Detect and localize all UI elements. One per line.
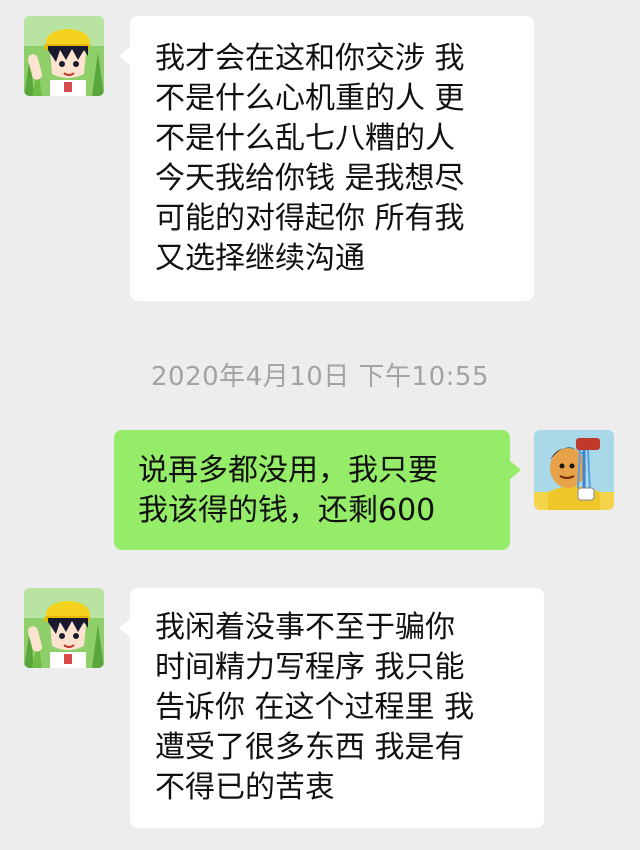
message-text-line: 可能的对得起你 所有我 [155,201,465,236]
self-avatar[interactable] [534,430,614,510]
contact-avatar[interactable] [24,16,104,96]
message-timestamp: 2020年4月10日 下午10:55 [151,362,489,392]
cartoon-boy-yellow-hat-icon [24,16,104,96]
message-text-line: 我闲着没事不至于骗你 [155,610,455,645]
message-text-line: 我才会在这和你交涉 我 [155,41,465,76]
cartoon-boy-yellow-hat-icon [24,588,104,668]
message-text-line: 不是什么心机重的人 更 [155,81,465,116]
incoming-message-bubble[interactable]: 我才会在这和你交涉 我 不是什么心机重的人 更 不是什么乱七八糟的人 今天我给你… [119,16,534,301]
message-text-line: 我该得的钱，还剩600 [138,493,436,528]
message-text-line: 说再多都没用，我只要 [138,453,438,488]
message-text-line: 不得已的苦衷 [155,770,335,805]
message-text-line: 今天我给你钱 是我想尽 [155,161,465,196]
message-text-line: 又选择继续沟通 [155,241,365,276]
outgoing-message-bubble[interactable]: 说再多都没用，我只要 我该得的钱，还剩600 [114,430,521,550]
incoming-message-bubble[interactable]: 我闲着没事不至于骗你 时间精力写程序 我只能 告诉你 在这个过程里 我 遭受了很… [119,588,544,828]
message-text-line: 时间精力写程序 我只能 [155,650,465,685]
message-text-line: 遭受了很多东西 我是有 [155,730,465,765]
contact-avatar[interactable] [24,588,104,668]
cartoon-man-water-icon [534,430,614,510]
message-text-line: 告诉你 在这个过程里 我 [155,690,475,725]
message-text-line: 不是什么乱七八糟的人 [155,121,455,156]
